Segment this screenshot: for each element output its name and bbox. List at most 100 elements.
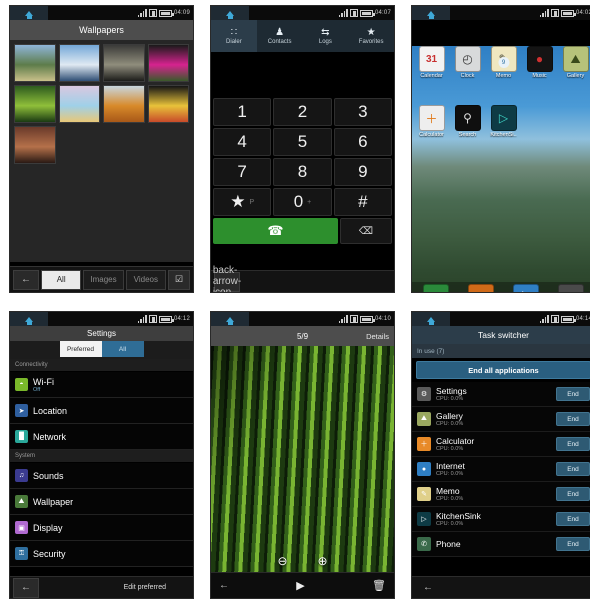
dialer-tab-dialer[interactable]: ∷ Dialer <box>211 20 257 52</box>
task-row[interactable]: ● Internet CPU: 0.0% End <box>412 457 590 482</box>
end-task-button[interactable]: End <box>556 462 590 476</box>
settings-item-network[interactable]: █ Network <box>10 424 193 450</box>
page-indicator[interactable]: 9 <box>498 57 509 68</box>
dialer-bottom-bar: back-arrow-icon <box>211 265 394 292</box>
end-all-applications-button[interactable]: End all applications <box>416 361 590 379</box>
task-cpu: CPU: 0.0% <box>436 521 464 527</box>
zoom-out-icon[interactable]: ⊖ <box>277 554 287 568</box>
wallpaper-thumbnail[interactable] <box>14 126 56 164</box>
wallpaper-thumbnail[interactable] <box>14 85 56 123</box>
wallpaper-thumbnail[interactable] <box>103 44 145 82</box>
key-7[interactable]: 7 <box>213 158 272 186</box>
tab-preferred[interactable]: Preferred <box>59 341 102 357</box>
home-icon[interactable] <box>10 6 48 20</box>
settings-item-sounds[interactable]: ♫ Sounds <box>10 463 193 489</box>
wallpaper-thumbnail[interactable] <box>103 85 145 123</box>
task-row[interactable]: ⛰ Gallery CPU: 0.0% End <box>412 407 590 432</box>
home-icon[interactable] <box>412 6 450 20</box>
wallpaper-thumbnail[interactable] <box>147 85 189 123</box>
home-icon[interactable] <box>211 6 249 20</box>
home-icon[interactable] <box>211 312 249 326</box>
home-icon[interactable] <box>412 312 450 326</box>
edit-preferred-button[interactable]: Edit preferred <box>124 584 190 591</box>
key-6[interactable]: 6 <box>333 128 392 156</box>
settings-item-status: Off <box>33 386 41 393</box>
back-button[interactable]: ← <box>13 269 39 290</box>
key-2[interactable]: 2 <box>273 98 332 126</box>
settings-item-wifi[interactable]: ◓ Wi-Fi Off <box>10 372 193 398</box>
app-icon-gallery[interactable]: ⛰ Gallery <box>558 46 590 79</box>
back-button[interactable]: ← <box>13 577 39 598</box>
status-icons: 04:09 <box>137 9 193 17</box>
key-0[interactable]: 0 + <box>273 188 332 216</box>
dock-icon-internet[interactable]: ἱ0Internet <box>504 284 549 292</box>
back-button[interactable]: back-arrow-icon <box>213 265 241 292</box>
dock-icon-settings[interactable]: ⚙Settings <box>548 284 590 292</box>
key-9[interactable]: 9 <box>333 158 392 186</box>
key-3[interactable]: 3 <box>333 98 392 126</box>
task-row[interactable]: ▷ KitchenSink CPU: 0.0% End <box>412 507 590 532</box>
task-row[interactable]: ✎ Memo CPU: 0.0% End <box>412 482 590 507</box>
filter-tab-all[interactable]: All <box>41 269 82 290</box>
settings-item-display[interactable]: ▣ Display <box>10 515 193 541</box>
details-button[interactable]: Details <box>366 332 389 341</box>
task-row[interactable]: ＋ Calculator CPU: 0.0% End <box>412 432 590 457</box>
back-button[interactable]: ← <box>415 578 441 598</box>
tab-all[interactable]: All <box>101 341 144 357</box>
dock-icon-contacts[interactable]: ♟Contacts <box>459 284 504 292</box>
key-#[interactable]: # <box>333 188 392 216</box>
photo-view[interactable]: ⊖ ⊕ <box>211 346 394 574</box>
back-button[interactable]: ← <box>219 576 229 596</box>
home-icon[interactable] <box>10 312 48 326</box>
status-bar: 04:14 <box>412 312 590 326</box>
end-task-button[interactable]: End <box>556 437 590 451</box>
key-4[interactable]: 4 <box>213 128 272 156</box>
status-icons: 04:12 <box>137 315 193 323</box>
filter-tab-images[interactable]: Images <box>83 269 124 290</box>
backspace-icon[interactable]: ⌫ <box>340 218 392 244</box>
end-task-button[interactable]: End <box>556 487 590 501</box>
task-row[interactable]: ✆ Phone End <box>412 532 590 557</box>
app-icon-music[interactable]: ● Music <box>522 46 557 79</box>
app-label: Music <box>532 73 547 79</box>
end-task-button[interactable]: End <box>556 412 590 426</box>
app-icon-calendar[interactable]: 31 Calendar <box>414 46 449 79</box>
end-task-button[interactable]: End <box>556 512 590 526</box>
dock-icon-phone[interactable]: ✆Phone <box>414 284 459 292</box>
calendar-icon: 31 <box>418 46 445 72</box>
wallpaper-thumbnail[interactable] <box>58 44 100 82</box>
task-row[interactable]: ⚙ Settings CPU: 0.0% End <box>412 382 590 407</box>
wallpaper-thumbnail[interactable] <box>147 44 189 82</box>
sim-icon <box>550 9 559 17</box>
settings-item-location[interactable]: ➤ Location <box>10 398 193 424</box>
checklist-icon[interactable]: ☑ <box>167 269 190 290</box>
task-name: Calculator <box>436 436 475 446</box>
end-task-button[interactable]: End <box>556 387 590 401</box>
key-8[interactable]: 8 <box>273 158 332 186</box>
dialer-tab-label: Contacts <box>267 38 292 45</box>
key-★[interactable]: ★ P <box>213 188 272 216</box>
settings-item-wallpaper[interactable]: ⛰ Wallpaper <box>10 489 193 515</box>
trash-icon[interactable]: 🗑 <box>372 579 386 592</box>
end-task-button[interactable]: End <box>556 537 590 551</box>
battery-icon <box>158 315 174 323</box>
call-button[interactable]: ☎ <box>213 218 338 244</box>
wallpaper-thumbnail[interactable] <box>58 85 100 123</box>
zoom-in-icon[interactable]: ⊕ <box>318 554 328 568</box>
app-icon-search[interactable]: ⚲ Search <box>450 105 485 138</box>
key-5[interactable]: 5 <box>273 128 332 156</box>
play-icon[interactable]: ▶ <box>296 579 304 592</box>
filter-tab-videos[interactable]: Videos <box>125 269 166 290</box>
status-bar: 04:12 <box>10 312 193 326</box>
dialer-tab-logs[interactable]: ⇆ Logs <box>303 20 349 52</box>
wallpaper-thumbnail[interactable] <box>14 44 56 82</box>
dialer-tab-contacts[interactable]: ♟ Contacts <box>257 20 303 52</box>
dialer-tab-favorites[interactable]: ★ Favorites <box>348 20 394 52</box>
task-name: Memo <box>436 486 460 496</box>
key-1[interactable]: 1 <box>213 98 272 126</box>
dialer-number-display[interactable] <box>211 52 394 98</box>
app-icon-clock[interactable]: ◴ Clock <box>450 46 485 79</box>
app-icon-kitchensi[interactable]: ▷ KitchenSi.. <box>486 105 521 138</box>
settings-item-security[interactable]: ⚿ Security <box>10 541 193 567</box>
app-icon-calculator[interactable]: ＋ Calculator <box>414 105 449 138</box>
